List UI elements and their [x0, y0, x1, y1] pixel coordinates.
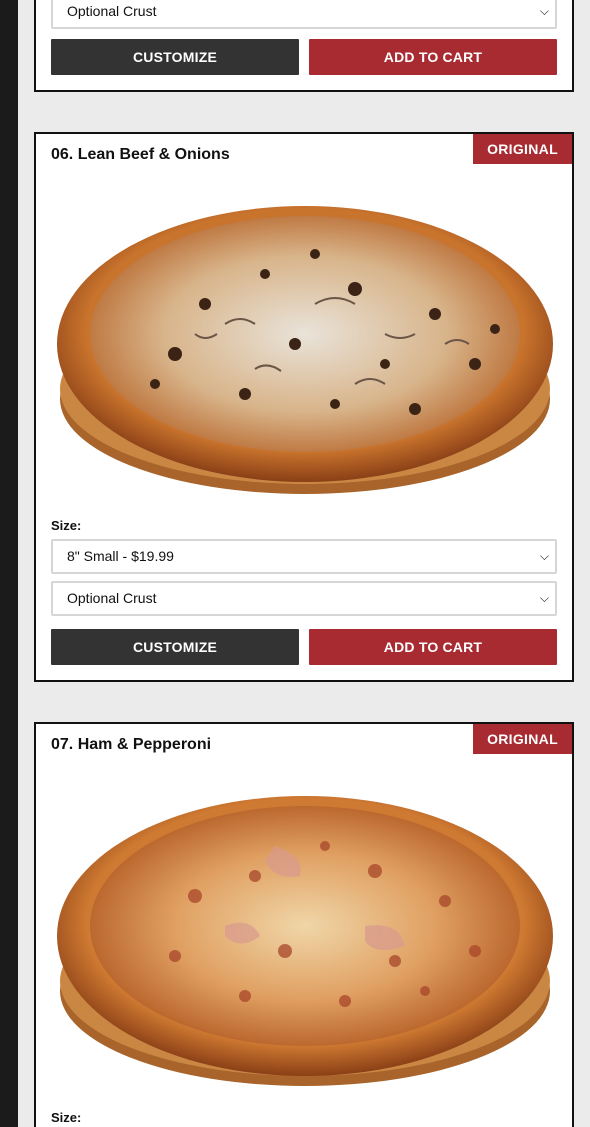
product-card: ORIGINAL 07. Ham & Pepperoni Size: [34, 722, 574, 1127]
product-card: Optional Crust ⌵ CUSTOMIZE ADD TO CART [34, 0, 574, 92]
original-badge: ORIGINAL [473, 724, 572, 754]
product-title[interactable]: 06. Lean Beef & Onions [51, 146, 230, 164]
size-select-value: 8" Small - $19.99 [67, 548, 174, 564]
add-to-cart-button[interactable]: ADD TO CART [309, 39, 557, 75]
left-sidebar-edge [0, 0, 18, 1127]
customize-button[interactable]: CUSTOMIZE [51, 39, 299, 75]
pizza-image[interactable] [54, 194, 556, 499]
size-label: Size: [51, 518, 82, 533]
original-badge: ORIGINAL [473, 134, 572, 164]
chevron-down-icon: ⌵ [539, 549, 549, 563]
pizza-image[interactable] [54, 786, 556, 1091]
customize-button[interactable]: CUSTOMIZE [51, 629, 299, 665]
crust-select-value: Optional Crust [67, 3, 157, 19]
product-title[interactable]: 07. Ham & Pepperoni [51, 736, 211, 754]
crust-select[interactable]: Optional Crust ⌵ [51, 581, 557, 616]
add-to-cart-button[interactable]: ADD TO CART [309, 629, 557, 665]
product-card: ORIGINAL 06. Lean Beef & Onions Size: 8"… [34, 132, 574, 682]
crust-select[interactable]: Optional Crust ⌵ [51, 0, 557, 29]
size-label: Size: [51, 1110, 82, 1125]
chevron-down-icon: ⌵ [539, 591, 549, 605]
crust-select-value: Optional Crust [67, 590, 157, 606]
chevron-down-icon: ⌵ [539, 4, 549, 18]
size-select[interactable]: 8" Small - $19.99 ⌵ [51, 539, 557, 574]
